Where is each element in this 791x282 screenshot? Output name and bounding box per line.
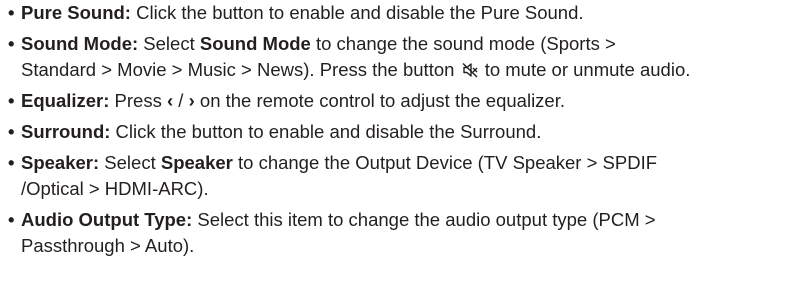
description-text: Standard > Movie > Music > News). Press … (21, 59, 460, 80)
term-speaker: Speaker: (21, 152, 100, 173)
description-text: Select (99, 152, 161, 173)
description-text: Select this item to change the audio out… (192, 209, 656, 230)
audio-output-line-2: Passthrough > Auto). (21, 235, 195, 256)
mute-speaker-icon (462, 62, 478, 78)
audio-output-line-1: Audio Output Type: Select this item to c… (21, 207, 791, 233)
emphasis-sound-mode: Sound Mode (199, 33, 311, 54)
sound-mode-line-2: Standard > Movie > Music > News). Press … (21, 57, 791, 83)
description-surround: Click the button to enable and disable t… (110, 121, 542, 142)
sound-mode-line-1: Sound Mode: Select Sound Mode to change … (21, 31, 791, 57)
slash-separator: / (173, 90, 189, 111)
list-item-sound-mode: • Sound Mode: Select Sound Mode to chang… (0, 31, 791, 83)
list-item-equalizer: • Equalizer: Press ‹ / › on the remote c… (0, 88, 791, 114)
term-equalizer: Equalizer: (21, 90, 110, 111)
list-item-pure-sound: • Pure Sound: Click the button to enable… (0, 0, 791, 26)
emphasis-speaker: Speaker (160, 152, 233, 173)
speaker-line-2: /Optical > HDMI-ARC). (21, 178, 209, 199)
description-text: to change the Output Device (TV Speaker … (232, 152, 658, 173)
settings-description-list: • Pure Sound: Click the button to enable… (0, 0, 791, 259)
bullet: • (8, 152, 15, 173)
bullet: • (8, 2, 15, 23)
list-item-surround: • Surround: Click the button to enable a… (0, 119, 791, 145)
term-sound-mode: Sound Mode: (21, 33, 139, 54)
list-item-audio-output-type: • Audio Output Type: Select this item to… (0, 207, 791, 259)
description-text: Select (138, 33, 200, 54)
term-audio-output-type: Audio Output Type: (21, 209, 193, 230)
bullet: • (8, 33, 15, 54)
description-text: Press (109, 90, 167, 111)
document-page: • Pure Sound: Click the button to enable… (0, 0, 791, 282)
description-text: to change the sound mode (Sports > (310, 33, 616, 54)
term-pure-sound: Pure Sound: (21, 2, 131, 23)
term-surround: Surround: (21, 121, 111, 142)
bullet: • (8, 90, 15, 111)
bullet: • (8, 121, 15, 142)
description-pure-sound: Click the button to enable and disable t… (130, 2, 584, 23)
speaker-line-1: Speaker: Select Speaker to change the Ou… (21, 150, 791, 176)
list-item-speaker: • Speaker: Select Speaker to change the … (0, 150, 791, 202)
bullet: • (8, 209, 15, 230)
description-text: to mute or unmute audio. (479, 59, 691, 80)
description-text: on the remote control to adjust the equa… (194, 90, 565, 111)
